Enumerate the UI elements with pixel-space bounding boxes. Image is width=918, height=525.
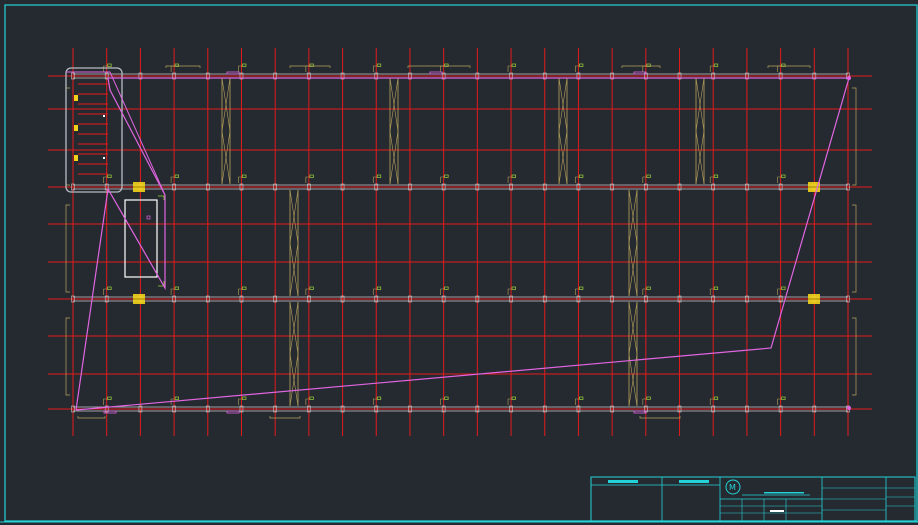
cad-drawing-canvas[interactable]: M — [0, 0, 918, 525]
cad-drawing-viewport[interactable]: M — [0, 0, 918, 525]
stack-dot — [103, 115, 105, 117]
boundary-node — [847, 406, 851, 410]
svg-text:M: M — [729, 483, 736, 492]
boundary-node — [847, 76, 851, 80]
stack-dot — [103, 157, 105, 159]
stack-marker — [74, 155, 78, 161]
stack-marker — [74, 95, 78, 101]
stack-marker — [74, 125, 78, 131]
